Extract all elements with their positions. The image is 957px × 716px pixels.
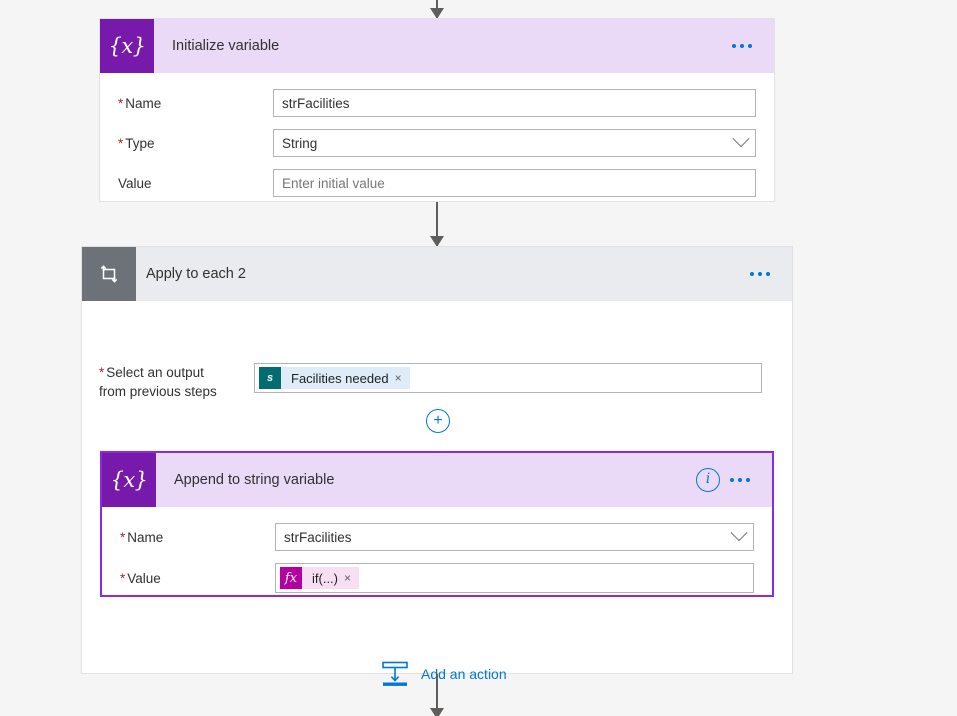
connector-arrowhead [430,708,444,716]
ellipsis-dot [730,478,734,482]
apply-to-each-scope[interactable]: Apply to each 2 * Select an output from p… [81,246,793,686]
required-asterisk: * [120,570,126,586]
loop-menu-button[interactable] [740,247,792,301]
add-an-action-label: Add an action [421,666,507,682]
field-label: * Select an output from previous steps [99,363,254,401]
name-input-value: strFacilities [282,95,350,111]
required-asterisk: * [118,95,124,111]
ellipsis-dot [738,478,742,482]
chevron-down-icon [730,524,748,542]
field-label-line1: Select an output [106,365,204,380]
required-asterisk: * [120,529,126,545]
field-label-text: Name [125,95,162,111]
append-value-input[interactable]: fx if(...) × [275,563,754,593]
expression-token[interactable]: fx if(...) × [280,567,360,589]
ellipsis-dot [758,272,762,276]
chevron-down-icon [732,130,750,148]
sharepoint-icon: s [259,367,281,389]
value-input-placeholder: Enter initial value [282,175,385,191]
token-label: if(...) [312,570,338,586]
initialize-variable-card[interactable]: {x} Initialize variable * Name strFacilit… [99,18,775,202]
loop-title: Apply to each 2 [146,266,246,282]
variable-name-dropdown[interactable]: strFacilities [275,523,754,551]
loop-icon [82,247,136,301]
field-label-text: Value [127,570,161,586]
name-input[interactable]: strFacilities [273,89,756,117]
append-to-string-variable-card[interactable]: {x} Append to string variable i * Name s… [100,451,774,597]
variable-icon-glyph: {x} [108,33,146,58]
field-label-text: Name [127,529,164,545]
field-row-value: Value Enter initial value [118,169,756,197]
field-label-text: Value [118,175,152,191]
type-dropdown[interactable]: String [273,129,756,157]
required-asterisk: * [99,365,105,380]
dynamic-content-token[interactable]: s Facilities needed × [259,367,410,389]
ellipsis-dot [746,478,750,482]
ellipsis-dot [740,44,744,48]
ellipsis-dot [748,44,752,48]
variable-icon-glyph: {x} [110,467,148,492]
value-input[interactable]: Enter initial value [273,169,756,197]
field-label: * Value [120,570,275,587]
card-body: *Name strFacilities *Type String Value [100,73,774,215]
ellipsis-dot [750,272,754,276]
field-row-value: * Value fx if(...) × [120,563,754,593]
token-remove-icon[interactable]: × [344,571,359,585]
variable-name-value: strFacilities [284,529,352,545]
function-icon: fx [280,567,302,589]
required-asterisk: * [118,135,124,151]
card-title: Initialize variable [172,38,280,54]
card-body: * Name strFacilities * Value fx if(...) … [102,507,772,611]
loop-header: Apply to each 2 [82,247,792,301]
loop-body: * Select an output from previous steps s … [82,301,792,686]
connector-top [430,0,444,19]
field-row-select-output: * Select an output from previous steps s … [99,363,777,401]
add-an-action-button[interactable]: Add an action [381,661,507,687]
ellipsis-dot [766,272,770,276]
field-label: Value [118,175,273,192]
field-label: * Type [118,135,273,152]
card-header: {x} Initialize variable [100,19,774,73]
card-header: {x} Append to string variable i [102,453,772,507]
token-remove-icon[interactable]: × [395,371,410,385]
add-token-button[interactable]: + [426,409,450,433]
field-row-name: * Name strFacilities [120,523,754,551]
info-icon[interactable]: i [696,468,720,492]
connector-bottom [430,674,444,716]
field-label: * Name [120,529,275,546]
field-row-name: * Name strFacilities [118,89,756,117]
field-label-text: Type [125,135,155,151]
card-menu-button[interactable] [720,453,772,507]
ellipsis-dot [732,44,736,48]
field-label-line2: from previous steps [99,384,217,399]
variable-icon: {x} [102,453,156,507]
select-output-input[interactable]: s Facilities needed × [254,363,762,393]
variable-icon: {x} [100,19,154,73]
insert-action-icon [382,661,408,686]
token-label: Facilities needed [291,370,389,386]
connector-middle [430,202,444,247]
card-menu-button[interactable] [722,19,774,73]
field-row-type: * Type String [118,129,756,157]
loop-icon-glyph [100,265,118,283]
card-title: Append to string variable [174,472,335,488]
type-dropdown-value: String [282,135,318,151]
field-label: * Name [118,95,273,112]
flow-designer-canvas: {x} Initialize variable * Name strFacilit… [0,0,957,716]
